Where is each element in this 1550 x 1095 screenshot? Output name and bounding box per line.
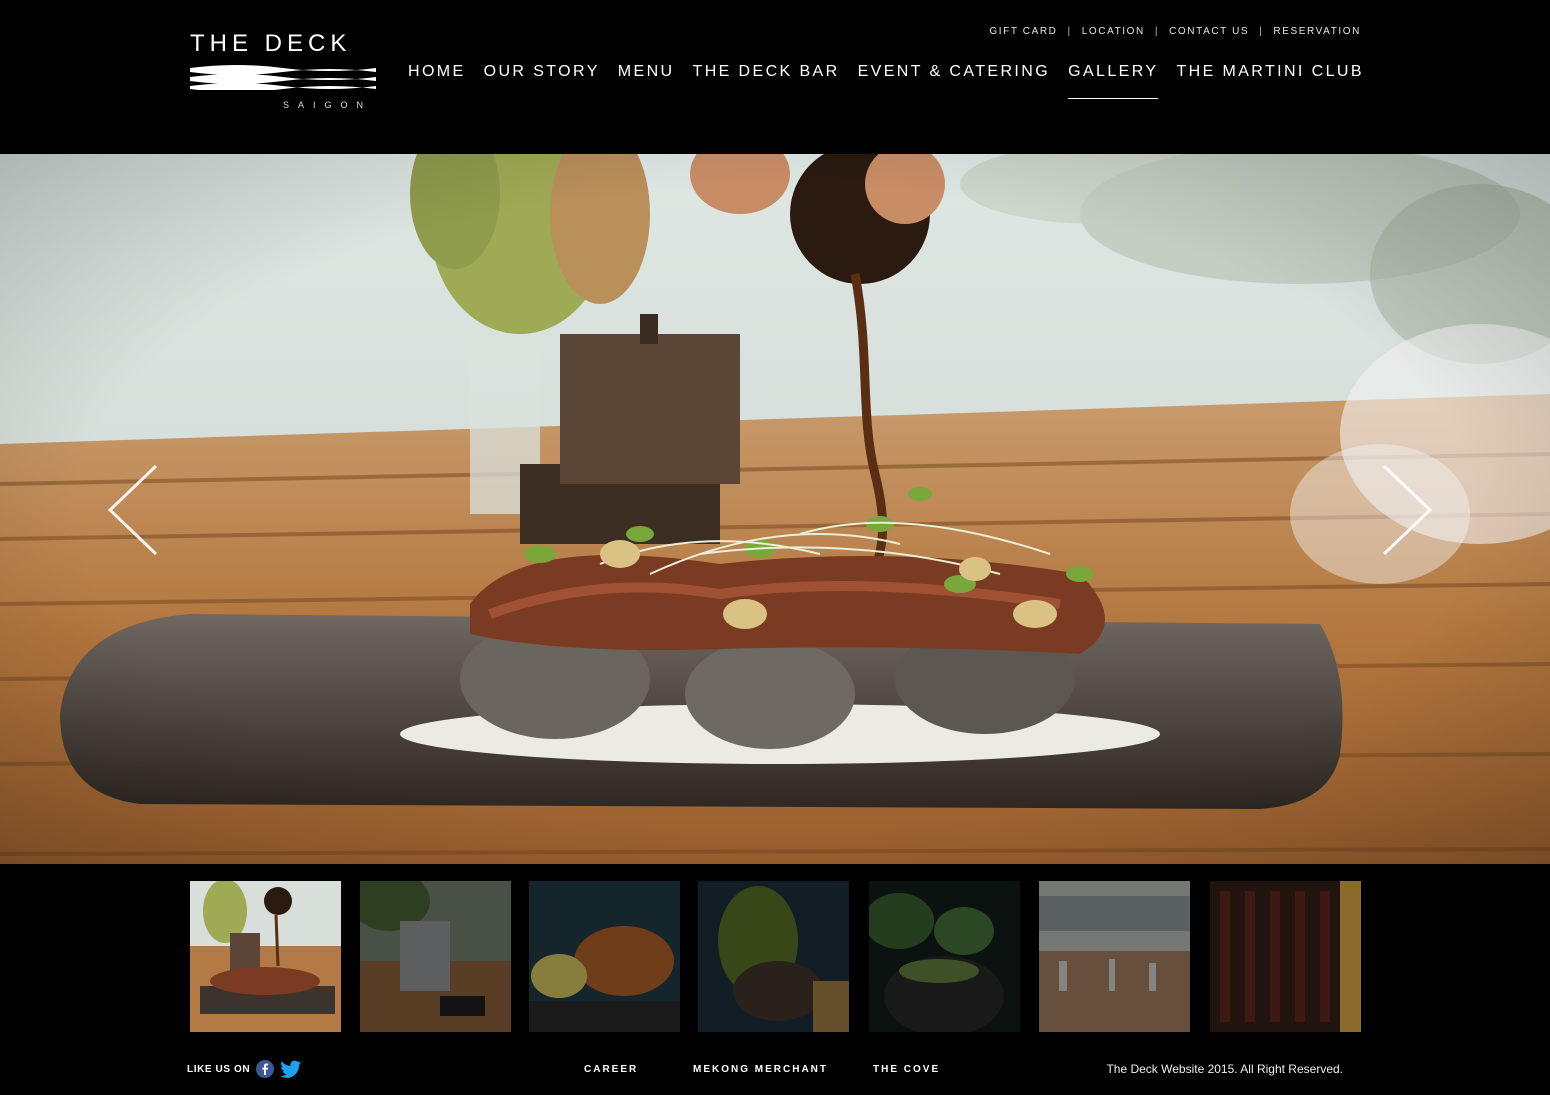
social-like: LIKE US ON bbox=[187, 1060, 302, 1078]
gallery-next-button[interactable] bbox=[1380, 462, 1436, 558]
thumbnail-overlay bbox=[698, 881, 849, 1032]
utility-link-gift-card[interactable]: GIFT CARD bbox=[989, 26, 1057, 37]
gallery-prev-button[interactable] bbox=[104, 462, 160, 558]
thumbnail-overlay bbox=[869, 881, 1020, 1032]
gallery-hero-image bbox=[0, 154, 1550, 864]
gallery-thumbnail-strip bbox=[190, 881, 1362, 1032]
nav-item-event-catering[interactable]: EVENT & CATERING bbox=[858, 63, 1051, 99]
gallery-thumbnail[interactable] bbox=[698, 881, 849, 1032]
thumbnail-overlay bbox=[360, 881, 511, 1032]
facebook-icon[interactable] bbox=[256, 1060, 275, 1078]
gallery-thumbnail[interactable] bbox=[1039, 881, 1190, 1032]
copyright-text: The Deck Website 2015. All Right Reserve… bbox=[1106, 1062, 1343, 1076]
logo-subtitle: SAIGON bbox=[282, 100, 372, 110]
thumbnail-overlay bbox=[1039, 881, 1190, 1032]
like-us-label: LIKE US ON bbox=[187, 1063, 251, 1075]
footer-link-mekong-merchant[interactable]: MEKONG MERCHANT bbox=[693, 1064, 828, 1075]
logo-title: THE DECK bbox=[190, 30, 352, 57]
logo-waves-icon bbox=[190, 65, 376, 90]
nav-item-gallery[interactable]: GALLERY bbox=[1068, 63, 1159, 99]
utility-separator: | bbox=[1154, 26, 1160, 37]
twitter-icon[interactable] bbox=[280, 1060, 302, 1078]
thumbnail-overlay bbox=[529, 881, 680, 1032]
gallery-thumbnail[interactable] bbox=[529, 881, 680, 1032]
gallery-thumbnail[interactable] bbox=[1210, 881, 1361, 1032]
gallery-thumbnail[interactable] bbox=[190, 881, 341, 1032]
nav-item-menu[interactable]: MENU bbox=[618, 63, 675, 99]
nav-item-the-deck-bar[interactable]: THE DECK BAR bbox=[693, 63, 840, 99]
main-nav: HOME OUR STORY MENU THE DECK BAR EVENT &… bbox=[408, 63, 1364, 103]
site-footer: LIKE US ON CAREER MEKONG MERCHANT THE CO… bbox=[0, 1050, 1550, 1095]
utility-link-contact-us[interactable]: CONTACT US bbox=[1169, 26, 1249, 37]
utility-link-reservation[interactable]: RESERVATION bbox=[1273, 26, 1361, 37]
footer-link-the-cove[interactable]: THE COVE bbox=[873, 1064, 940, 1075]
thumbnail-overlay bbox=[1210, 881, 1361, 1032]
hero-food-photo bbox=[0, 154, 1550, 864]
gallery-thumbnail[interactable] bbox=[869, 881, 1020, 1032]
site-logo[interactable]: THE DECK SAIGON bbox=[190, 30, 376, 116]
nav-item-home[interactable]: HOME bbox=[408, 63, 466, 99]
utility-separator: | bbox=[1259, 26, 1264, 37]
utility-separator: | bbox=[1067, 26, 1072, 37]
gallery-thumbnail[interactable] bbox=[360, 881, 511, 1032]
thumbnail-overlay bbox=[190, 881, 341, 1032]
utility-nav: GIFT CARD | LOCATION | CONTACT US | RESE… bbox=[989, 26, 1361, 37]
utility-link-location[interactable]: LOCATION bbox=[1082, 26, 1145, 37]
footer-link-career[interactable]: CAREER bbox=[584, 1064, 638, 1075]
nav-item-the-martini-club[interactable]: THE MARTINI CLUB bbox=[1176, 63, 1363, 99]
site-header: THE DECK SAIGON GIFT CARD | LOCATION | C… bbox=[0, 0, 1550, 154]
nav-item-our-story[interactable]: OUR STORY bbox=[484, 63, 600, 99]
